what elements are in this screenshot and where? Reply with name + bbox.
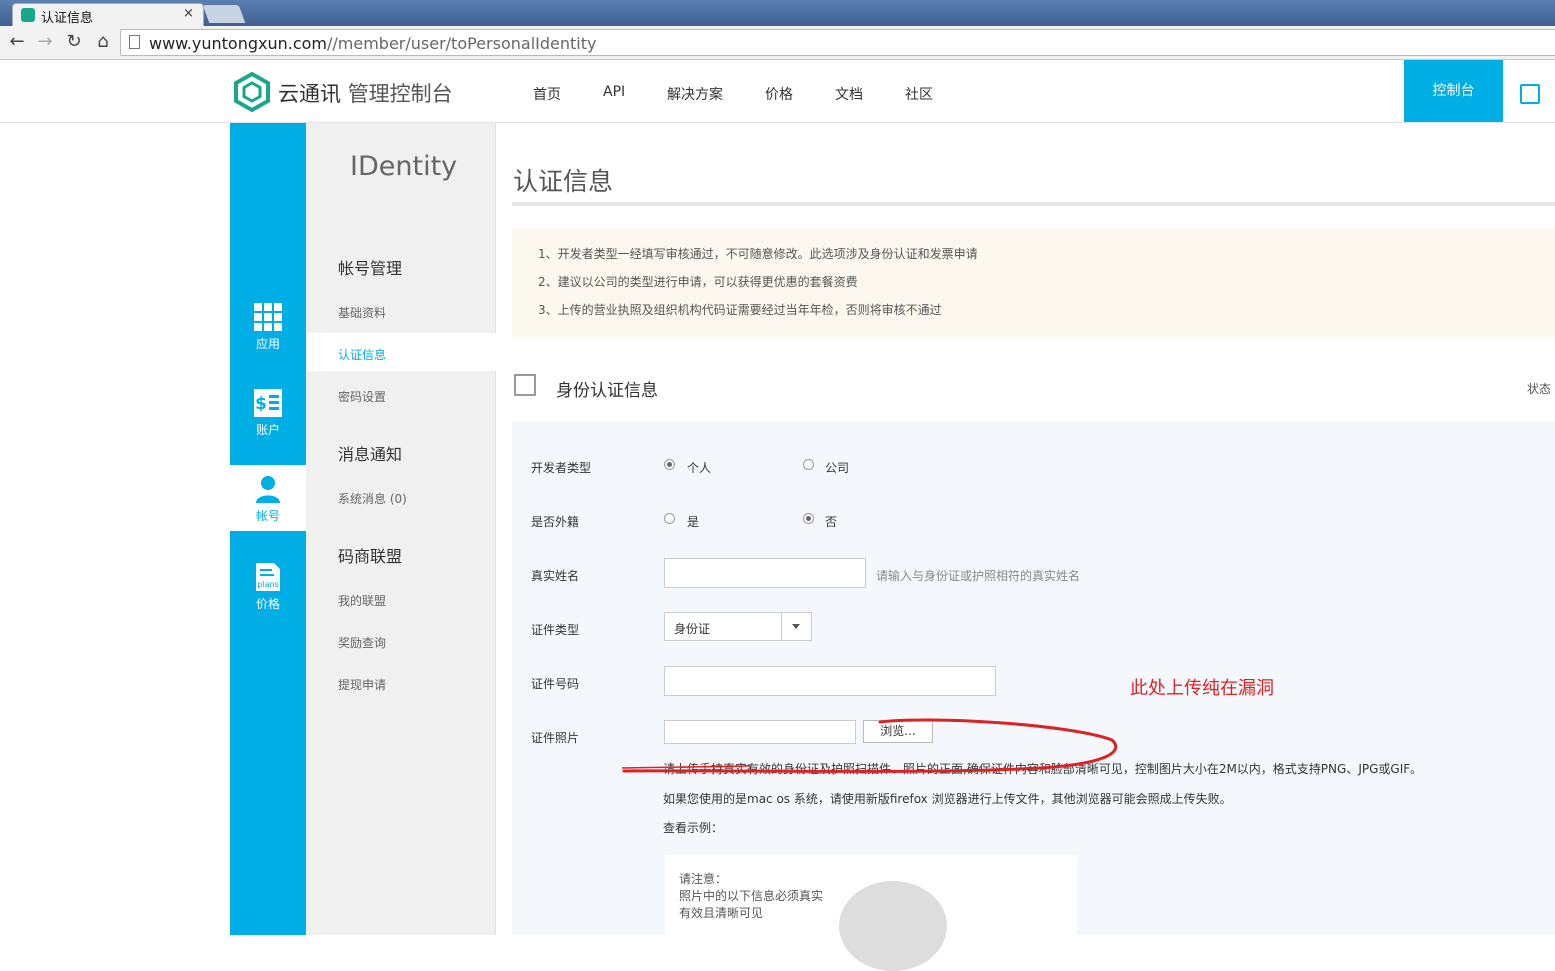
- example-note-line: 有效且清晰可见: [679, 906, 764, 920]
- nav-api[interactable]: API: [603, 84, 625, 100]
- site-header: 云通讯 管理控制台 首页 API 解决方案 价格 文档 社区 控制台: [0, 60, 1555, 123]
- url-text: www.yuntongxun.com//member/user/toPerson…: [149, 34, 596, 53]
- new-tab-button[interactable]: [202, 5, 246, 23]
- home-icon[interactable]: ⌂: [92, 31, 114, 53]
- notice-line: 1、开发者类型一经填写审核通过，不可随意修改。此选项涉及身份认证和发票申请: [538, 247, 978, 261]
- sidebar-item-label: 认证信息: [338, 348, 387, 362]
- svg-text:$: $: [255, 394, 267, 414]
- example-note-line: 请注意：: [679, 872, 728, 886]
- real-name-label: 真实姓名: [531, 569, 580, 583]
- nav-docs[interactable]: 文档: [835, 84, 863, 104]
- radio-company[interactable]: [803, 459, 814, 470]
- nav-home[interactable]: 首页: [533, 84, 561, 104]
- id-type-select[interactable]: 身份证: [664, 612, 812, 641]
- forward-arrow-icon[interactable]: →: [34, 31, 56, 53]
- example-link[interactable]: 查看示例：: [663, 819, 723, 836]
- console-button[interactable]: 控制台: [1404, 60, 1503, 122]
- section-title: 身份认证信息: [556, 381, 658, 401]
- foreign-label: 是否外籍: [531, 515, 580, 529]
- brand-name: 云通讯: [278, 82, 341, 106]
- sidebar-item-basic-info[interactable]: 基础资料: [338, 304, 386, 321]
- plans-icon-text: plans: [257, 580, 278, 589]
- id-photo-label: 证件照片: [531, 731, 580, 745]
- face-placeholder-icon: [839, 881, 947, 971]
- rail-item-account[interactable]: $ 账户: [230, 389, 306, 455]
- sidebar-item-identity[interactable]: 认证信息: [306, 333, 496, 371]
- rail-item-apps[interactable]: 应用: [230, 303, 306, 369]
- sidebar-item-system-messages[interactable]: 系统消息 (0): [338, 490, 407, 507]
- annotation-text: 此处上传纯在漏洞: [1130, 678, 1274, 699]
- sidebar-item-rewards[interactable]: 奖励查询: [338, 634, 386, 651]
- status-label: 状态: [1527, 382, 1552, 396]
- example-note-line: 照片中的以下信息必须真实: [679, 889, 824, 903]
- identity-form: 开发者类型 个人 公司 是否外籍 是 否 真实姓名 请输入与身份证或护照相符的真…: [512, 421, 1555, 971]
- sidebar-item-password[interactable]: 密码设置: [338, 388, 386, 405]
- radio-label: 是: [687, 515, 700, 529]
- chevron-down-icon: [781, 613, 811, 640]
- radio-foreign-yes[interactable]: [664, 513, 675, 524]
- tab-title: 认证信息: [41, 11, 94, 26]
- browser-tab[interactable]: 认证信息 ×: [12, 3, 204, 26]
- page-icon: [129, 35, 140, 49]
- developer-type-label: 开发者类型: [531, 461, 592, 475]
- rail-label: 账户: [255, 423, 280, 437]
- logo-hexagon-icon[interactable]: [234, 72, 270, 112]
- rail-label: 价格: [255, 597, 280, 611]
- sub-sidebar: IDentity 帐号管理 基础资料 认证信息 密码设置 消息通知 系统消息 (…: [306, 123, 496, 935]
- radio-label: 个人: [687, 461, 712, 475]
- back-arrow-icon[interactable]: ←: [6, 31, 28, 53]
- address-bar[interactable]: www.yuntongxun.com//member/user/toPerson…: [120, 29, 1555, 56]
- radio-label: 公司: [825, 461, 850, 475]
- url-path: //member/user/toPersonalIdentity: [327, 34, 597, 53]
- sidebar-heading: 帐号管理: [338, 259, 403, 278]
- example-note: 请注意： 照片中的以下信息必须真实 有效且清晰可见: [679, 871, 823, 922]
- real-name-hint: 请输入与身份证或护照相符的真实姓名: [876, 569, 1081, 583]
- brand-suffix: 管理控制台: [347, 82, 453, 106]
- browser-tab-bar: 认证信息 ×: [0, 0, 1555, 26]
- sidebar-item-withdraw[interactable]: 提现申请: [338, 676, 386, 693]
- id-type-label: 证件类型: [531, 623, 580, 637]
- red-scribble-annotation: [621, 718, 1118, 773]
- browser-toolbar: ← → ↻ ⌂ www.yuntongxun.com//member/user/…: [0, 26, 1555, 60]
- sidebar-heading: 码商联盟: [338, 547, 403, 566]
- rail-item-pricing[interactable]: plans 价格: [230, 563, 306, 629]
- rail-label: 应用: [255, 337, 280, 351]
- user-avatar-icon[interactable]: [1520, 84, 1540, 104]
- tab-close-icon[interactable]: ×: [183, 6, 194, 21]
- radio-individual[interactable]: [664, 459, 675, 470]
- logo-text[interactable]: 云通讯 管理控制台: [278, 78, 453, 108]
- reload-icon[interactable]: ↻: [63, 31, 85, 53]
- sidebar-heading: 消息通知: [338, 445, 403, 464]
- site-favicon-icon: [21, 8, 35, 22]
- divider: [512, 202, 1555, 206]
- real-name-input[interactable]: [664, 558, 866, 588]
- sidebar-item-my-alliance[interactable]: 我的联盟: [338, 592, 386, 609]
- user-icon: [256, 476, 280, 503]
- example-card: 请注意： 照片中的以下信息必须真实 有效且清晰可见: [665, 855, 1077, 971]
- id-number-label: 证件号码: [531, 677, 580, 691]
- page-title: 认证信息: [513, 167, 614, 196]
- mac-note: 如果您使用的是mac os 系统，请使用新版firefox 浏览器进行上传文件，…: [663, 792, 1232, 806]
- id-number-input[interactable]: [664, 666, 996, 696]
- radio-foreign-no[interactable]: [803, 513, 814, 524]
- sidebar-title: IDentity: [350, 151, 458, 182]
- rail-item-user[interactable]: 帐号: [230, 465, 306, 531]
- id-type-value: 身份证: [674, 622, 711, 636]
- radio-label: 否: [825, 515, 838, 529]
- notice-line: 2、建议以公司的类型进行申请，可以获得更优惠的套餐资费: [538, 275, 858, 289]
- nav-community[interactable]: 社区: [905, 84, 933, 104]
- url-host: www.yuntongxun.com: [149, 34, 327, 53]
- plans-doc-icon: plans: [256, 563, 280, 591]
- notice-line: 3、上传的营业执照及组织机构代码证需要经过当年年检，否则将审核不通过: [538, 303, 942, 317]
- apps-grid-icon: [254, 303, 282, 331]
- id-card-icon: [514, 374, 536, 396]
- account-bill-icon: $: [254, 389, 282, 417]
- nav-solutions[interactable]: 解决方案: [667, 84, 723, 104]
- notice-box: 1、开发者类型一经填写审核通过，不可随意修改。此选项涉及身份认证和发票申请 2、…: [512, 227, 1555, 337]
- nav-pricing[interactable]: 价格: [765, 84, 793, 104]
- rail-label: 帐号: [255, 509, 280, 523]
- icon-rail: 应用 $ 账户 帐号 plans 价格: [230, 123, 306, 935]
